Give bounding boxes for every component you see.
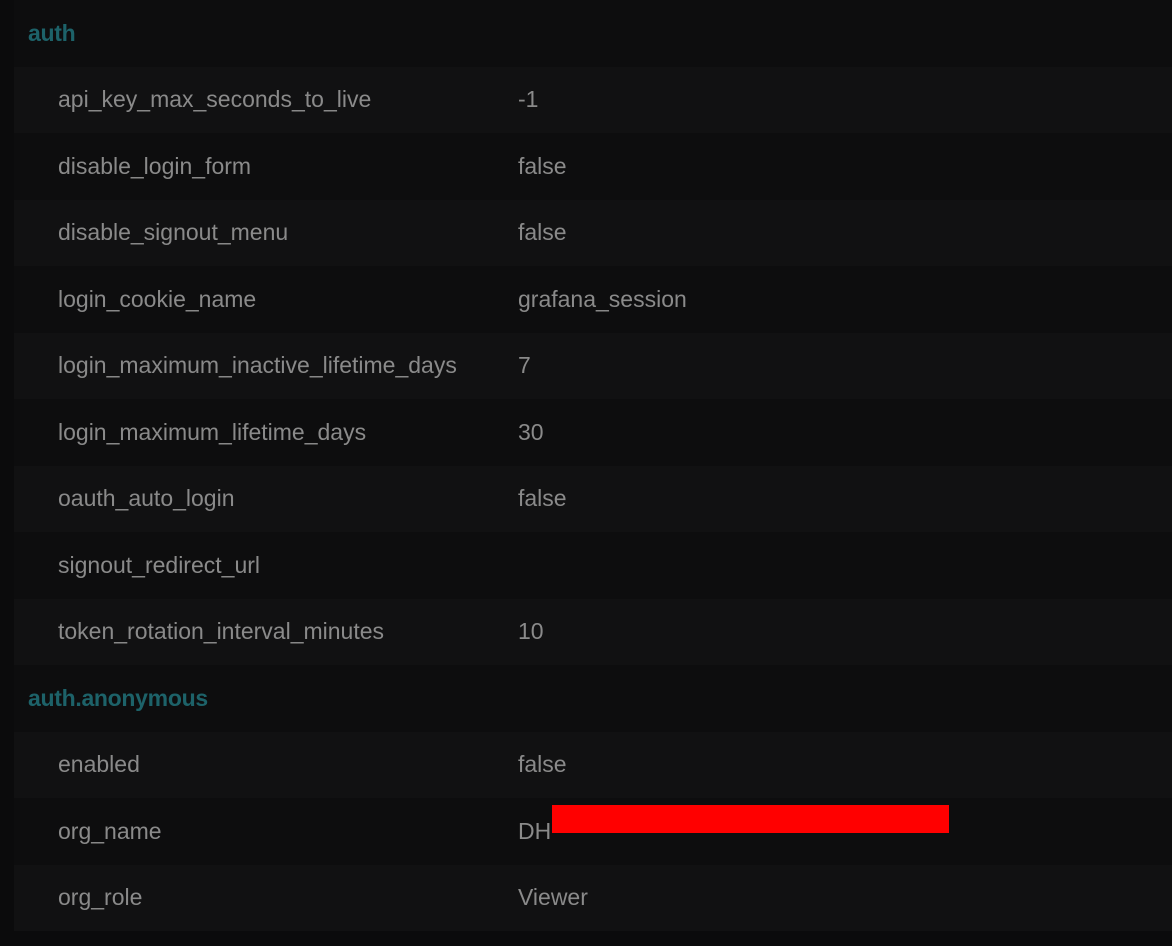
setting-key: login_cookie_name — [58, 285, 257, 312]
setting-value: false — [518, 751, 567, 778]
setting-row: disable_signout_menu false — [14, 199, 1172, 266]
setting-key: login_maximum_lifetime_days — [58, 418, 367, 445]
setting-key: api_key_max_seconds_to_live — [58, 86, 372, 113]
setting-value: false — [518, 219, 567, 246]
setting-row: oauth_auto_login false — [14, 465, 1172, 532]
setting-value: Viewer — [518, 884, 588, 911]
setting-value: -1 — [518, 86, 539, 113]
setting-key: disable_signout_menu — [58, 219, 289, 246]
setting-key: disable_login_form — [58, 152, 252, 179]
setting-key: org_role — [58, 884, 143, 911]
setting-key: enabled — [58, 751, 140, 778]
setting-value: false — [518, 485, 567, 512]
setting-value: DH — [518, 817, 552, 844]
setting-row: disable_login_form false — [14, 133, 1172, 200]
setting-key: login_maximum_inactive_lifetime_days — [58, 352, 457, 379]
setting-value: 10 — [518, 618, 544, 645]
setting-value: 7 — [518, 352, 531, 379]
setting-row: login_maximum_inactive_lifetime_days 7 — [14, 332, 1172, 399]
section-title: auth.anonymous — [28, 684, 208, 711]
setting-value: grafana_session — [518, 285, 687, 312]
redaction-box — [552, 804, 949, 833]
setting-row: api_key_max_seconds_to_live -1 — [14, 66, 1172, 133]
setting-row: org_name DH — [14, 798, 1172, 865]
setting-row: login_maximum_lifetime_days 30 — [14, 399, 1172, 466]
setting-row: token_rotation_interval_minutes 10 — [14, 598, 1172, 665]
setting-value: 30 — [518, 418, 544, 445]
setting-key: token_rotation_interval_minutes — [58, 618, 385, 645]
setting-key: org_name — [58, 817, 162, 844]
setting-key: signout_redirect_url — [58, 551, 261, 578]
setting-row: org_role Viewer — [14, 864, 1172, 931]
setting-key: oauth_auto_login — [58, 485, 235, 512]
setting-row: signout_redirect_url — [14, 532, 1172, 599]
section-header-auth-anonymous: auth.anonymous — [14, 665, 1172, 732]
section-title: auth — [28, 19, 76, 46]
setting-row: login_cookie_name grafana_session — [14, 266, 1172, 333]
setting-value-redacted: DH — [518, 804, 949, 845]
setting-value: false — [518, 152, 567, 179]
setting-row: enabled false — [14, 731, 1172, 798]
section-header-auth: auth — [14, 0, 1172, 67]
settings-table: auth api_key_max_seconds_to_live -1 disa… — [14, 0, 1172, 931]
